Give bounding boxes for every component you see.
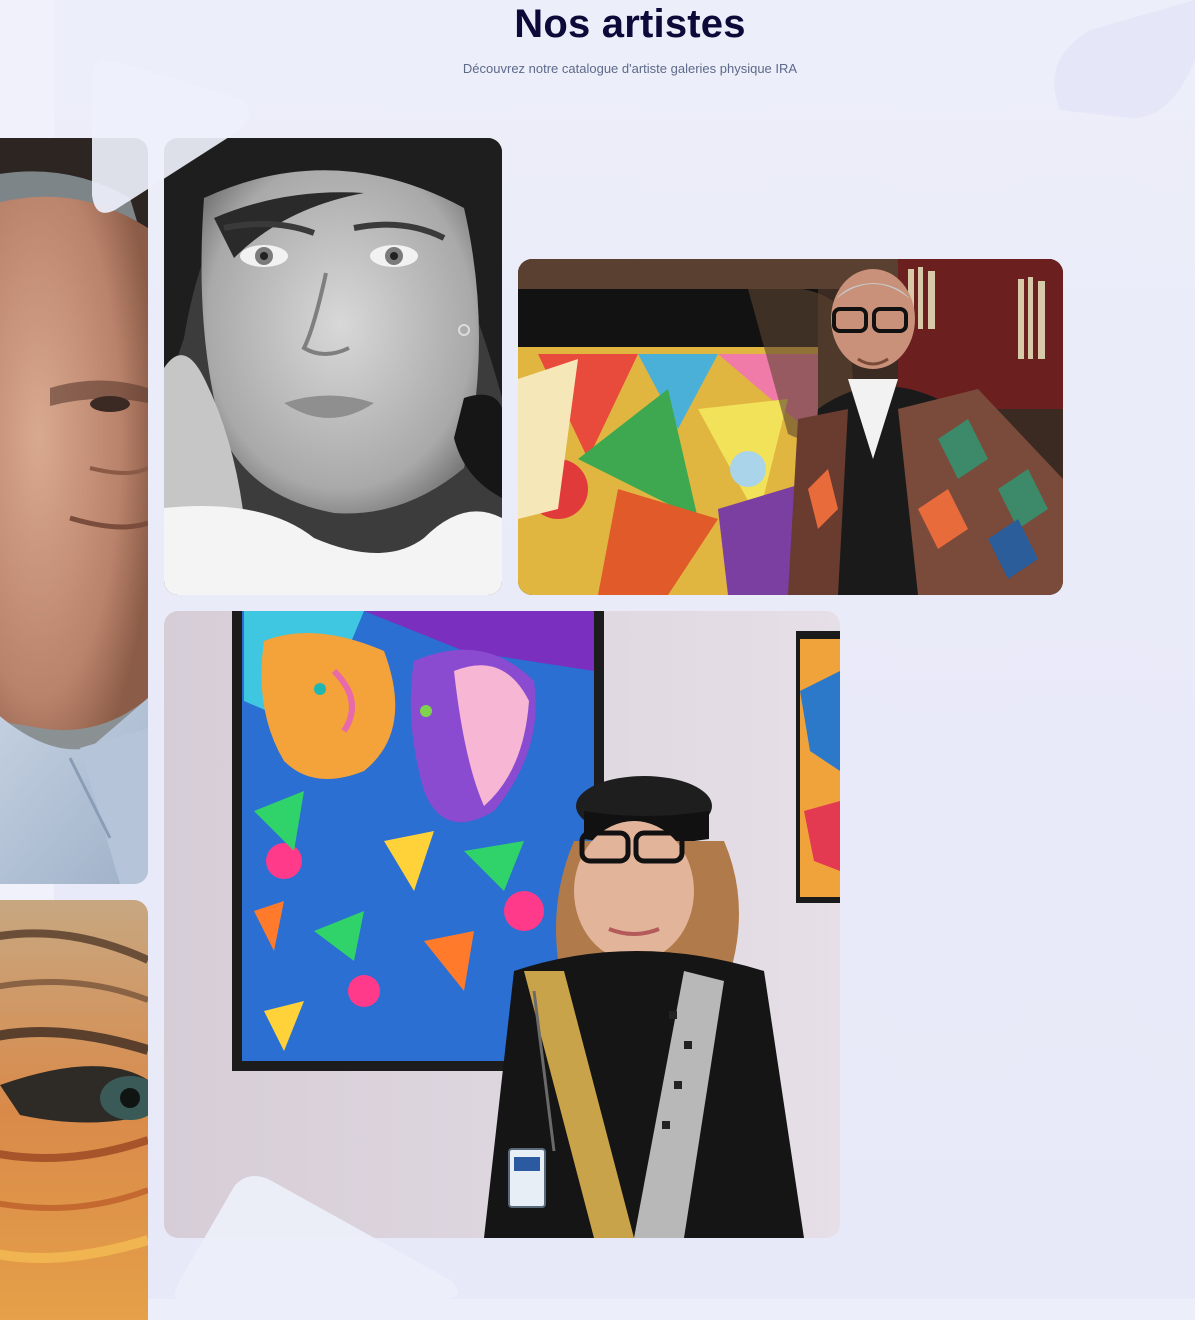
- artist-photo: [518, 259, 1063, 595]
- artist-photo: [164, 611, 840, 1238]
- artwork-card-eye-painting[interactable]: [0, 900, 148, 1320]
- artist-card-woman-beret-abstract-painting[interactable]: [164, 611, 840, 1238]
- page-title: Nos artistes: [514, 2, 746, 46]
- page-subtitle: Découvrez notre catalogue d'artiste gale…: [462, 61, 798, 76]
- artist-card-man-blue-shirt[interactable]: [0, 138, 148, 884]
- artist-card-older-man-geometric-painting[interactable]: [518, 259, 1063, 595]
- section-header: Nos artistes Découvrez notre catalogue d…: [54, 0, 1195, 77]
- artwork-image: [0, 900, 148, 1320]
- decorative-shape-bottom: [175, 1176, 458, 1299]
- artist-photo: [0, 138, 148, 884]
